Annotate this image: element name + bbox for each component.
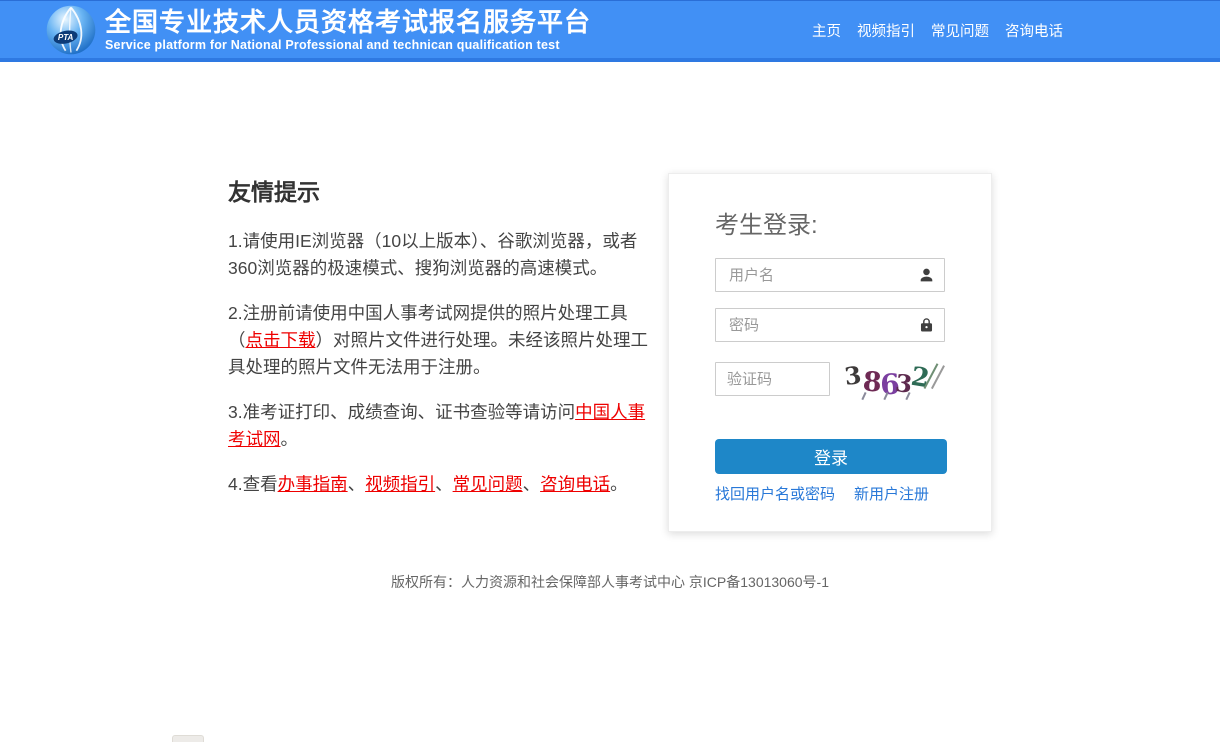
tips-heading: 友情提示 <box>228 173 648 207</box>
username-row <box>715 258 945 292</box>
forgot-password-link[interactable]: 找回用户名或密码 <box>715 483 835 504</box>
nav-faq[interactable]: 常见问题 <box>931 20 989 41</box>
partial-bottom-artifact <box>172 735 204 742</box>
username-input[interactable] <box>715 258 945 292</box>
phone-link[interactable]: 咨询电话 <box>540 474 610 494</box>
header-nav: 主页 视频指引 常见问题 咨询电话 <box>812 1 1063 59</box>
footer: 版权所有：人力资源和社会保障部人事考试中心 京ICP备13013060号-1 <box>0 572 1220 592</box>
password-input[interactable] <box>715 308 945 342</box>
login-button[interactable]: 登录 <box>715 439 947 474</box>
nav-phone[interactable]: 咨询电话 <box>1005 20 1063 41</box>
site-title: 全国专业技术人员资格考试报名服务平台 <box>105 8 591 36</box>
lock-icon <box>918 317 935 334</box>
login-title: 考生登录: <box>715 205 945 240</box>
nav-home[interactable]: 主页 <box>812 20 841 41</box>
site-subtitle: Service platform for National Profession… <box>105 38 591 52</box>
captcha-row: 3 8 6 3 2 <box>715 358 945 400</box>
register-link[interactable]: 新用户注册 <box>854 483 929 504</box>
captcha-image[interactable]: 3 8 6 3 2 <box>841 358 945 400</box>
tip-item-2: 2.注册前请使用中国人事考试网提供的照片处理工具（点击下载）对照片文件进行处理。… <box>228 300 648 381</box>
service-guide-link[interactable]: 办事指南 <box>278 474 348 494</box>
tip-item-1: 1.请使用IE浏览器（10以上版本）、谷歌浏览器，或者360浏览器的极速模式、搜… <box>228 228 648 282</box>
user-icon <box>918 267 935 284</box>
login-card: 考生登录: 3 8 6 3 2 <box>668 173 992 532</box>
nav-video-guide[interactable]: 视频指引 <box>857 20 915 41</box>
captcha-input[interactable] <box>715 362 830 396</box>
copyright-text: 版权所有：人力资源和社会保障部人事考试中心 京ICP备13013060号-1 <box>0 572 1220 592</box>
pta-logo-icon: PTA <box>44 3 98 57</box>
video-guide-link[interactable]: 视频指引 <box>365 474 435 494</box>
friendly-tips-section: 友情提示 1.请使用IE浏览器（10以上版本）、谷歌浏览器，或者360浏览器的极… <box>228 173 648 516</box>
main-content: 友情提示 1.请使用IE浏览器（10以上版本）、谷歌浏览器，或者360浏览器的极… <box>228 173 992 532</box>
password-row <box>715 308 945 342</box>
header: PTA 全国专业技术人员资格考试报名服务平台 Service platform … <box>0 0 1220 62</box>
tip-item-3: 3.准考证打印、成绩查询、证书查验等请访问中国人事考试网。 <box>228 399 648 453</box>
tip-item-4: 4.查看办事指南、视频指引、常见问题、咨询电话。 <box>228 471 648 498</box>
logo-text: PTA <box>58 32 74 41</box>
download-photo-tool-link[interactable]: 点击下载 <box>246 330 316 350</box>
faq-link[interactable]: 常见问题 <box>453 474 523 494</box>
